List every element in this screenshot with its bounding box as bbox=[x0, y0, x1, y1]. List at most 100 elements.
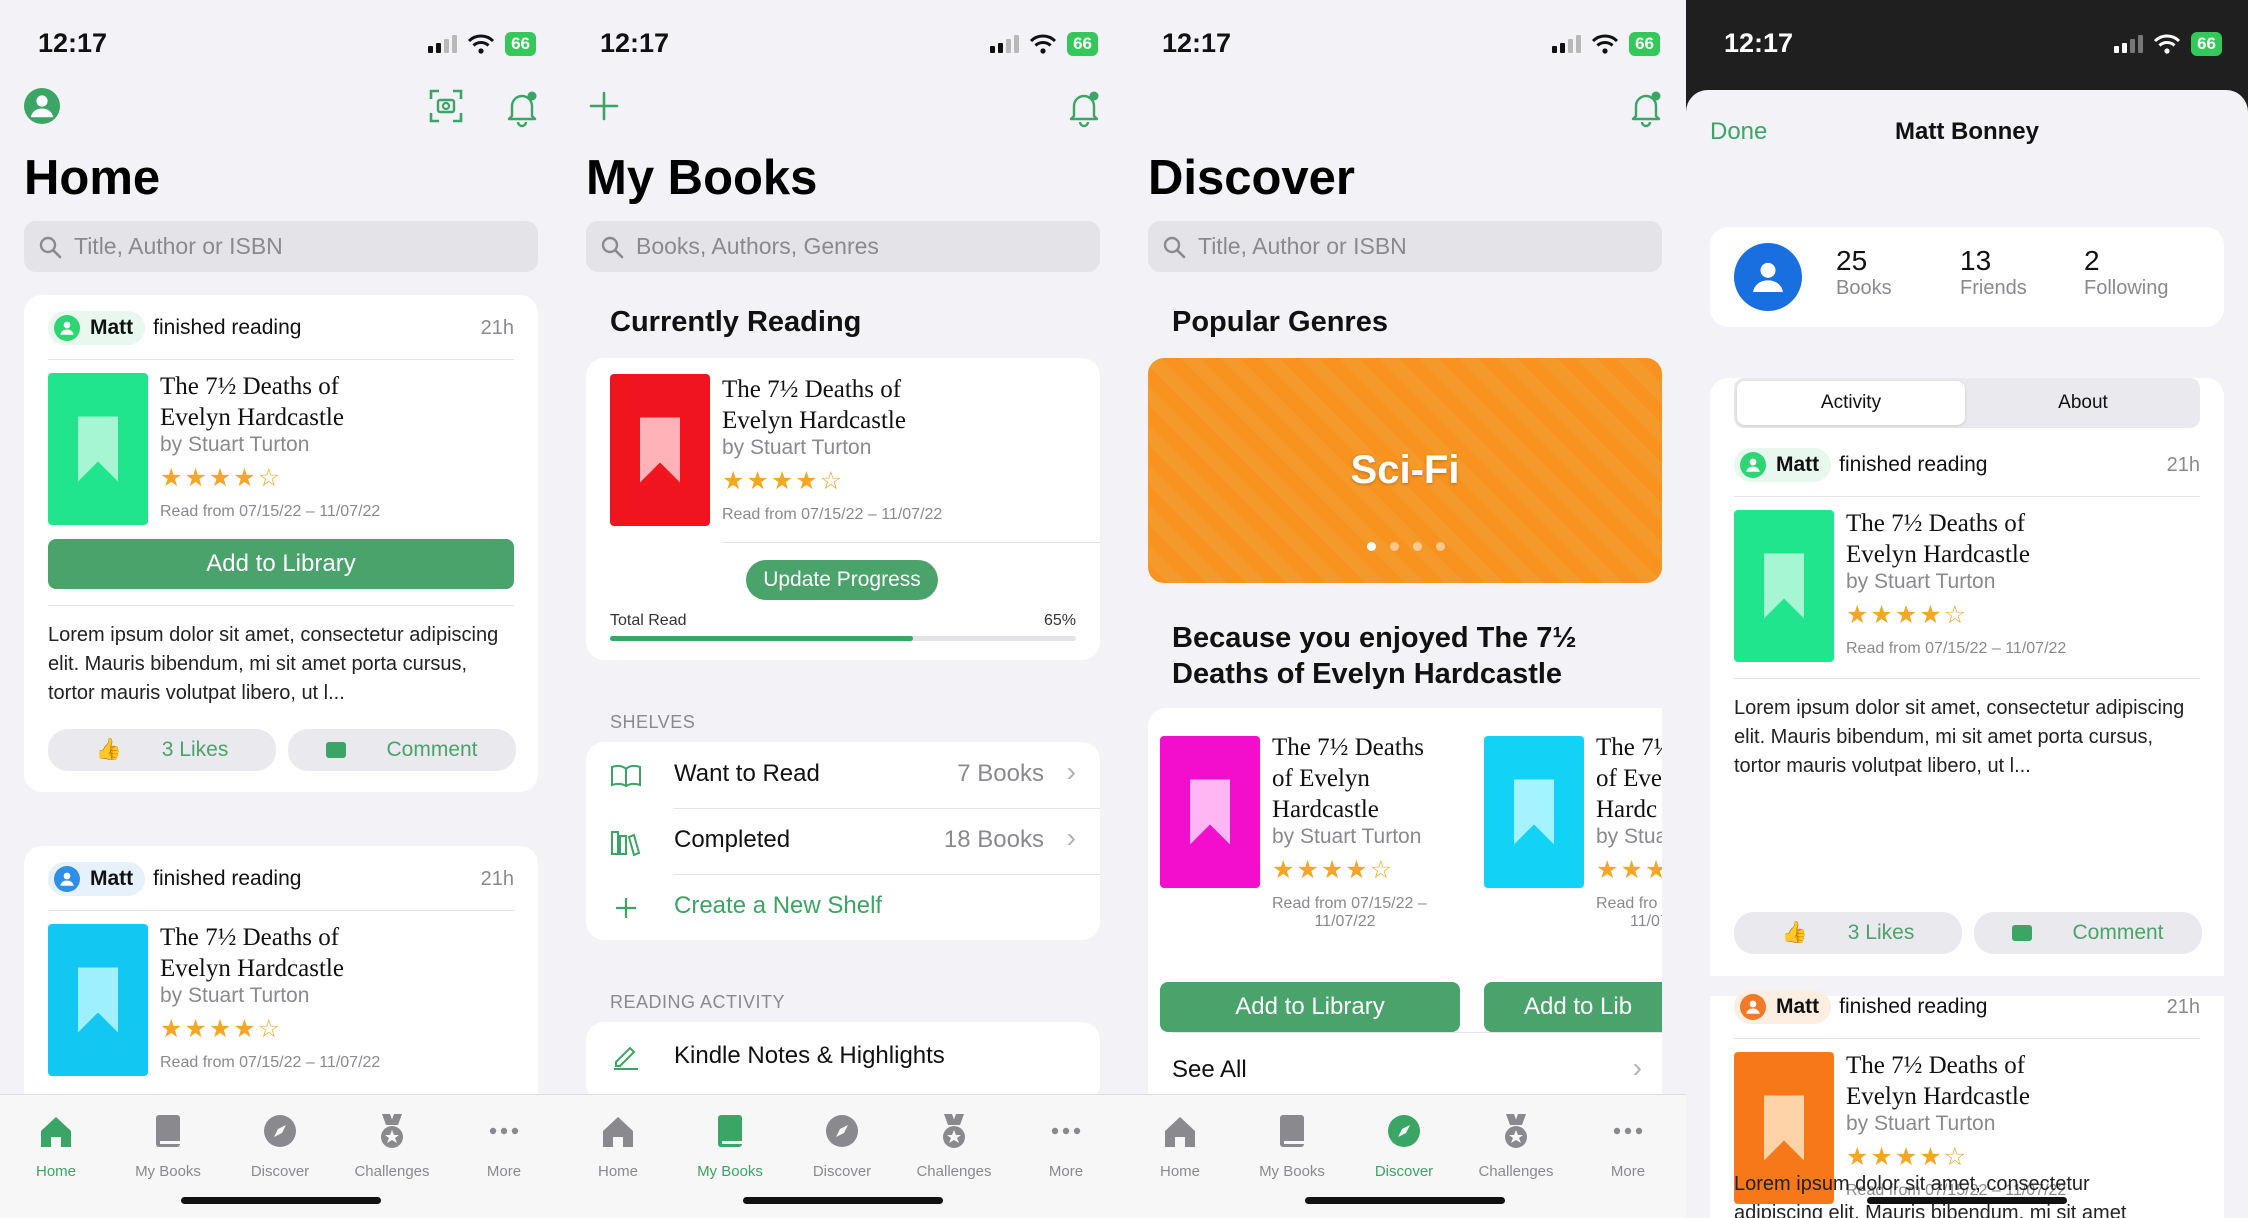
genre-label: Sci-Fi bbox=[1350, 448, 1460, 492]
search-input[interactable]: Title, Author or ISBN bbox=[24, 221, 538, 272]
like-button[interactable]: 👍 3 Likes bbox=[48, 729, 276, 771]
book-title: The 7½ bbox=[1596, 734, 1662, 761]
page-dots[interactable] bbox=[1367, 542, 1445, 551]
bell-icon[interactable] bbox=[502, 88, 542, 128]
tab-home[interactable]: Home bbox=[1124, 1111, 1236, 1180]
page-title: My Books bbox=[586, 151, 818, 205]
book-cover[interactable] bbox=[610, 374, 710, 526]
comment-button[interactable]: Comment bbox=[288, 729, 516, 771]
bookmark-icon bbox=[1759, 1086, 1809, 1170]
book-cover[interactable] bbox=[48, 924, 148, 1076]
shelf-count: 18 Books bbox=[943, 826, 1044, 853]
avatar bbox=[1740, 452, 1766, 478]
add-icon[interactable] bbox=[586, 88, 626, 128]
tab-about[interactable]: About bbox=[1969, 381, 2197, 425]
reading-activity-list: Kindle Notes & Highlights bbox=[586, 1022, 1100, 1102]
medal-icon bbox=[372, 1111, 412, 1151]
tab-home[interactable]: Home bbox=[0, 1111, 112, 1180]
feed-card: Matt finished reading 21h The 7½ Deaths … bbox=[24, 295, 538, 792]
comment-icon bbox=[326, 742, 347, 758]
recommendations-carousel[interactable]: The 7½ Deaths of Evelyn Hardcastle by St… bbox=[1148, 708, 1662, 1118]
currently-reading-card[interactable]: The 7½ Deaths of Evelyn Hardcastle by St… bbox=[586, 358, 1100, 660]
search-icon bbox=[1162, 235, 1186, 259]
tab-more[interactable]: More bbox=[448, 1111, 560, 1180]
tab-challenges[interactable]: Challenges bbox=[1460, 1111, 1572, 1180]
book-cover[interactable] bbox=[1484, 736, 1584, 888]
tab-home[interactable]: Home bbox=[562, 1111, 674, 1180]
battery-icon: 66 bbox=[505, 32, 536, 56]
book-title[interactable]: The 7½ Deaths of bbox=[1846, 1050, 2066, 1081]
tab-discover[interactable]: Discover bbox=[224, 1111, 336, 1180]
medal-icon bbox=[934, 1111, 974, 1151]
shelves-list: Want to Read 7 Books › Completed 18 Book… bbox=[586, 742, 1100, 940]
scan-icon[interactable] bbox=[428, 88, 468, 128]
kindle-notes-row[interactable]: Kindle Notes & Highlights bbox=[586, 1022, 1100, 1088]
section-title: Because you enjoyed The 7½ Deaths of Eve… bbox=[1172, 622, 1577, 690]
status-bar: 12:17 66 bbox=[562, 0, 1124, 90]
shelf-row-completed[interactable]: Completed 18 Books › bbox=[586, 808, 1100, 874]
books-shelf-icon bbox=[611, 831, 641, 856]
profile-avatar-button[interactable] bbox=[24, 88, 64, 128]
tab-activity[interactable]: Activity bbox=[1737, 381, 1965, 425]
tab-discover[interactable]: Discover bbox=[786, 1111, 898, 1180]
book-cover[interactable] bbox=[1160, 736, 1260, 888]
home-indicator bbox=[1867, 1197, 2067, 1204]
stat-following[interactable]: 2 Following bbox=[2084, 245, 2168, 300]
book-title[interactable]: The 7½ Deaths of bbox=[160, 922, 380, 953]
stat-friends[interactable]: 13 Friends bbox=[1960, 245, 2027, 300]
battery-icon: 66 bbox=[1067, 32, 1098, 56]
review-text: Lorem ipsum dolor sit amet, consectetur … bbox=[48, 624, 499, 704]
home-indicator bbox=[181, 1197, 381, 1204]
tab-my-books[interactable]: My Books bbox=[674, 1111, 786, 1180]
tab-my-books[interactable]: My Books bbox=[1236, 1111, 1348, 1180]
avatar[interactable] bbox=[1734, 243, 1802, 311]
house-icon bbox=[36, 1111, 76, 1151]
update-progress-button[interactable]: Update Progress bbox=[746, 560, 938, 600]
bell-icon[interactable] bbox=[1064, 88, 1104, 128]
search-input[interactable]: Books, Authors, Genres bbox=[586, 221, 1100, 272]
book-title[interactable]: The 7½ Deaths of bbox=[1846, 508, 2066, 539]
stat-books[interactable]: 25 Books bbox=[1836, 245, 1892, 300]
user-chip[interactable]: Matt bbox=[48, 311, 146, 345]
plus-icon bbox=[616, 898, 636, 918]
read-dates: Read from 07/15/22 – 11/07/22 bbox=[160, 1054, 381, 1071]
chevron-right-icon: › bbox=[1066, 822, 1076, 853]
tab-challenges[interactable]: Challenges bbox=[898, 1111, 1010, 1180]
review-text: Lorem ipsum dolor sit amet, consectetur … bbox=[1734, 697, 2185, 777]
avatar bbox=[54, 866, 80, 892]
rating-stars: ★★★★☆ bbox=[1846, 1143, 1969, 1171]
section-title: Currently Reading bbox=[610, 306, 862, 338]
add-to-library-button[interactable]: Add to Library bbox=[48, 539, 514, 589]
add-to-library-button[interactable]: Add to Library bbox=[1160, 982, 1460, 1032]
tab-bar: Home My Books Discover Challenges More bbox=[1124, 1094, 1686, 1218]
user-chip[interactable]: Matt bbox=[48, 862, 146, 896]
create-shelf-button[interactable]: Create a New Shelf bbox=[586, 874, 1100, 940]
book-author: by Stuart Turton bbox=[160, 433, 310, 456]
book-icon bbox=[710, 1111, 750, 1151]
book-cover[interactable] bbox=[48, 373, 148, 525]
user-chip[interactable]: Matt bbox=[1734, 448, 1832, 482]
tab-discover[interactable]: Discover bbox=[1348, 1111, 1460, 1180]
tab-more[interactable]: More bbox=[1572, 1111, 1684, 1180]
shelf-count: 7 Books bbox=[957, 760, 1044, 787]
like-button[interactable]: 👍 3 Likes bbox=[1734, 912, 1962, 954]
comment-button[interactable]: Comment bbox=[1974, 912, 2202, 954]
user-chip[interactable]: Matt bbox=[1734, 990, 1832, 1024]
book-cover[interactable] bbox=[1734, 510, 1834, 662]
tab-my-books[interactable]: My Books bbox=[112, 1111, 224, 1180]
tab-challenges[interactable]: Challenges bbox=[336, 1111, 448, 1180]
tab-more[interactable]: More bbox=[1010, 1111, 1122, 1180]
status-bar: 12:17 66 bbox=[1686, 0, 2248, 90]
search-input[interactable]: Title, Author or ISBN bbox=[1148, 221, 1662, 272]
book-author: by Stuart Turton bbox=[160, 984, 310, 1007]
add-to-library-button[interactable]: Add to Lib bbox=[1484, 982, 1662, 1032]
profile-screen: 12:17 66 Done Matt Bonney 25 Books 13 Fr… bbox=[1686, 0, 2248, 1218]
profile-stats-card: 25 Books 13 Friends 2 Following bbox=[1710, 227, 2224, 327]
wifi-icon bbox=[467, 34, 495, 54]
shelf-row-want-to-read[interactable]: Want to Read 7 Books › bbox=[586, 742, 1100, 808]
ellipsis-icon bbox=[484, 1111, 524, 1151]
genre-carousel[interactable]: Sci-Fi bbox=[1148, 358, 1662, 583]
home-screen: 12:17 66 Home Title, Author or ISBN Matt… bbox=[0, 0, 562, 1218]
bell-icon[interactable] bbox=[1626, 88, 1666, 128]
book-title[interactable]: The 7½ Deaths of bbox=[160, 371, 380, 402]
